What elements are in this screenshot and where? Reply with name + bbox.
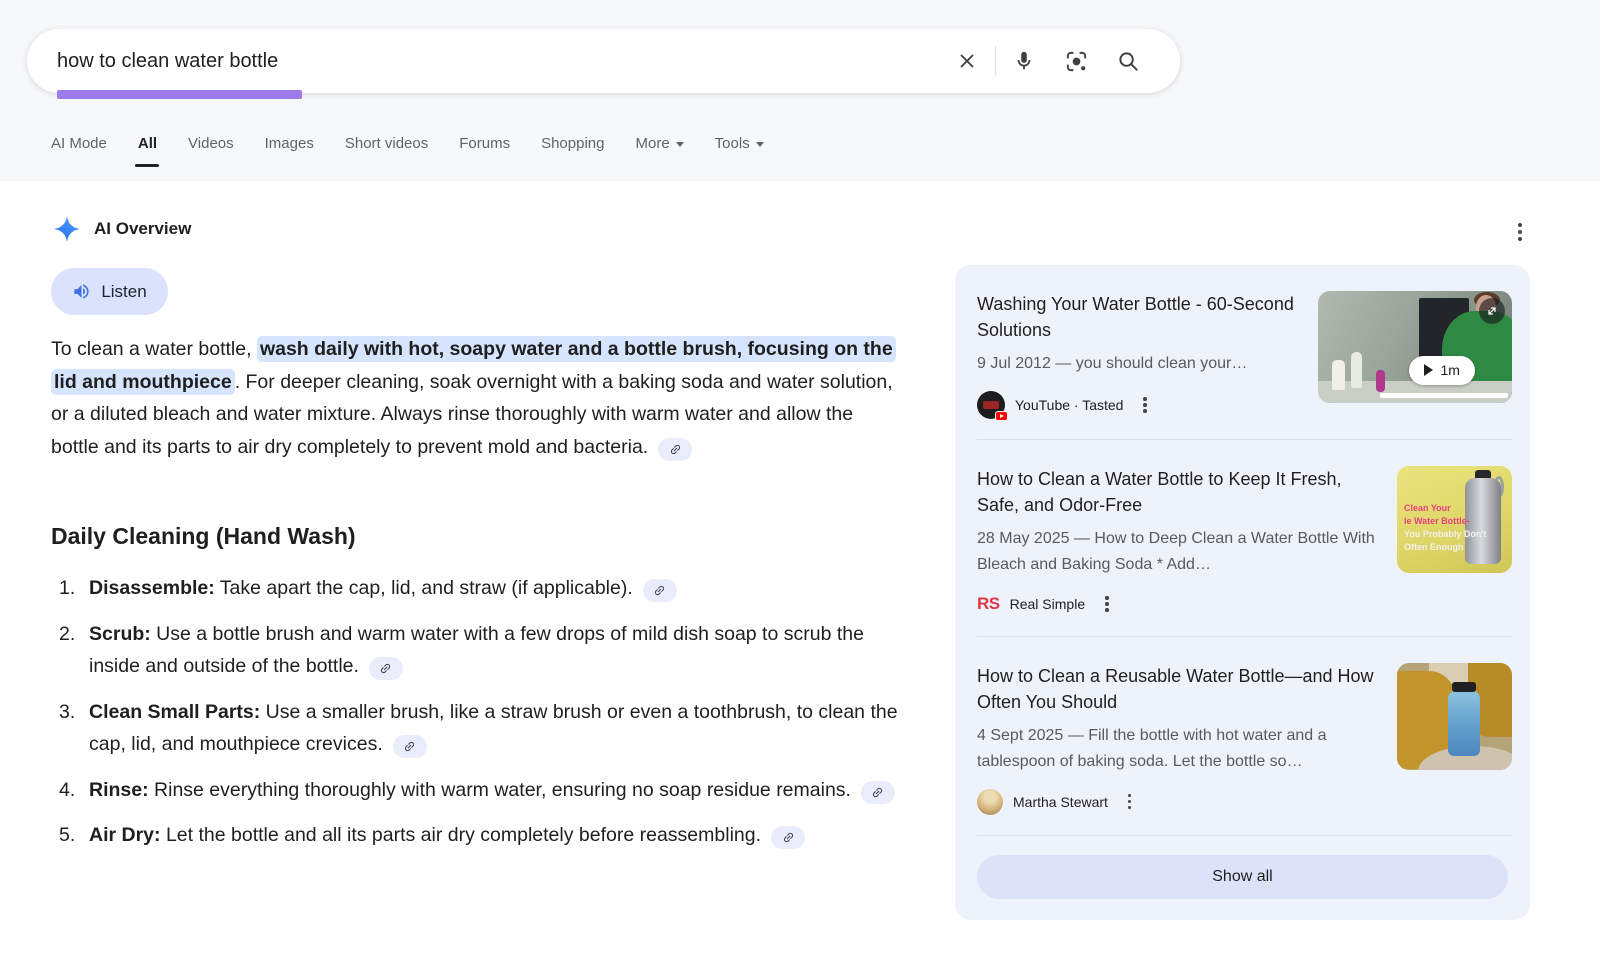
lens-search-icon[interactable]: [1050, 39, 1102, 83]
video-thumbnail[interactable]: 1m: [1318, 291, 1512, 403]
listen-button[interactable]: Listen: [51, 268, 168, 315]
ai-overview-title: AI Overview: [94, 219, 191, 239]
clear-search-icon[interactable]: [941, 39, 993, 83]
voice-search-icon[interactable]: [998, 39, 1050, 83]
source-name: Martha Stewart: [1013, 794, 1108, 810]
search-bar[interactable]: [27, 29, 1180, 93]
citation-link-icon[interactable]: [369, 657, 403, 680]
step-text: Use a bottle brush and warm water with a…: [89, 623, 864, 678]
step-label: Scrub:: [89, 623, 151, 645]
google-search-results-page: AI Mode All Videos Images Short videos F…: [0, 0, 1600, 973]
section-heading: Daily Cleaning (Hand Wash): [51, 523, 356, 550]
ai-overview-summary: To clean a water bottle, wash daily with…: [51, 333, 899, 463]
source-card-title[interactable]: How to Clean a Water Bottle to Keep It F…: [977, 466, 1381, 518]
list-item: 4. Rinse: Rinse everything thoroughly wit…: [51, 774, 919, 807]
step-text: Take apart the cap, lid, and straw (if a…: [215, 577, 633, 599]
step-label: Disassemble:: [89, 577, 215, 599]
search-submit-icon[interactable]: [1102, 39, 1154, 83]
chevron-down-icon: [676, 142, 684, 147]
citation-link-icon[interactable]: [771, 826, 805, 849]
list-item: 1. Disassemble: Take apart the cap, lid, …: [51, 572, 919, 605]
step-text: Rinse everything thoroughly with warm wa…: [149, 779, 851, 801]
list-item: 3.Clean Small Parts: Use a smaller brush…: [51, 696, 919, 761]
source-card-martha-stewart[interactable]: How to Clean a Reusable Water Bottle—and…: [955, 637, 1530, 835]
citation-link-icon[interactable]: [861, 781, 895, 804]
source-name: YouTube · Tasted: [1015, 397, 1123, 413]
citation-link-icon[interactable]: [393, 735, 427, 758]
step-number: 4.: [59, 774, 75, 807]
search-header: AI Mode All Videos Images Short videos F…: [0, 0, 1600, 181]
real-simple-logo: RS: [977, 594, 1000, 614]
play-icon: [1424, 364, 1433, 376]
tab-all[interactable]: All: [138, 135, 157, 154]
tab-shopping[interactable]: Shopping: [541, 135, 604, 154]
step-number: 3.: [59, 696, 75, 729]
avatar: [977, 391, 1005, 419]
tab-images[interactable]: Images: [265, 135, 314, 154]
source-card-title[interactable]: Washing Your Water Bottle - 60-Second So…: [977, 291, 1302, 343]
show-all-button[interactable]: Show all: [977, 855, 1508, 899]
source-card-youtube[interactable]: Washing Your Water Bottle - 60-Second So…: [955, 265, 1530, 439]
step-text: Let the bottle and all its parts air dry…: [161, 824, 761, 846]
card-menu-icon[interactable]: [1124, 790, 1136, 814]
citation-link-icon[interactable]: [658, 438, 692, 461]
source-card-snippet: 4 Sept 2025 — Fill the bottle with hot w…: [977, 723, 1381, 775]
article-thumbnail[interactable]: [1397, 663, 1512, 770]
step-label: Rinse:: [89, 779, 149, 801]
tab-more[interactable]: More: [635, 135, 683, 154]
card-divider: [977, 835, 1512, 836]
step-label: Clean Small Parts:: [89, 701, 260, 723]
ai-overview-menu-icon[interactable]: [1507, 219, 1533, 245]
video-progress-bar: [1380, 393, 1508, 398]
search-divider: [995, 46, 996, 76]
video-duration: 1m: [1440, 362, 1459, 378]
tab-more-label: More: [635, 135, 669, 152]
step-label: Air Dry:: [89, 824, 161, 846]
related-sources-panel: Washing Your Water Bottle - 60-Second So…: [955, 265, 1530, 920]
step-number: 2.: [59, 618, 75, 651]
avatar: [977, 789, 1003, 815]
play-button[interactable]: 1m: [1409, 356, 1475, 385]
article-thumbnail[interactable]: Clean Your le Water Bottle- You Probably…: [1397, 466, 1512, 573]
loading-progress-bar: [57, 90, 302, 99]
chevron-down-icon: [756, 142, 764, 147]
tab-tools[interactable]: Tools: [715, 135, 764, 154]
search-bar-actions: [941, 39, 1180, 83]
tab-ai-mode[interactable]: AI Mode: [51, 135, 107, 154]
source-card-title[interactable]: How to Clean a Reusable Water Bottle—and…: [977, 663, 1381, 715]
thumbnail-text: Clean Your le Water Bottle- You Probably…: [1404, 502, 1486, 554]
source-card-snippet: 9 Jul 2012 — you should clean your…: [977, 351, 1302, 377]
search-input[interactable]: [27, 29, 941, 93]
listen-button-label: Listen: [101, 282, 146, 302]
youtube-play-badge-icon: [995, 411, 1008, 421]
list-item: 5. Air Dry: Let the bottle and all its pa…: [51, 819, 919, 852]
summary-text: To clean a water bottle,: [51, 338, 257, 360]
source-name: Real Simple: [1010, 596, 1085, 612]
expand-icon[interactable]: [1479, 298, 1505, 324]
step-number: 5.: [59, 819, 75, 852]
ai-overview-header: AI Overview: [54, 216, 191, 242]
citation-link-icon[interactable]: [643, 579, 677, 602]
tab-videos[interactable]: Videos: [188, 135, 234, 154]
speaker-icon: [72, 282, 91, 301]
source-card-snippet: 28 May 2025 — How to Deep Clean a Water …: [977, 526, 1381, 578]
card-menu-icon[interactable]: [1139, 393, 1151, 417]
card-menu-icon[interactable]: [1101, 592, 1113, 616]
tab-tools-label: Tools: [715, 135, 750, 152]
tab-short-videos[interactable]: Short videos: [345, 135, 428, 154]
list-item: 2. Scrub: Use a bottle brush and warm wat…: [51, 618, 919, 683]
tab-forums[interactable]: Forums: [459, 135, 510, 154]
result-type-tabs: AI Mode All Videos Images Short videos F…: [51, 128, 764, 160]
ai-sparkle-icon: [54, 216, 80, 242]
cleaning-steps-list: 1. Disassemble: Take apart the cap, lid, …: [51, 572, 919, 865]
source-card-real-simple[interactable]: How to Clean a Water Bottle to Keep It F…: [955, 440, 1530, 636]
step-number: 1.: [59, 572, 75, 605]
